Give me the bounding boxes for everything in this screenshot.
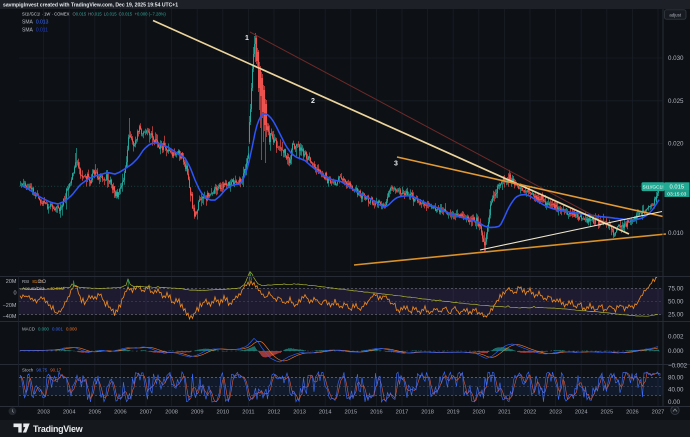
svg-text:2011: 2011 [242, 409, 254, 415]
svg-text:2009: 2009 [191, 409, 204, 415]
svg-text:2008: 2008 [165, 409, 178, 415]
svg-text:0.010: 0.010 [668, 230, 684, 237]
svg-text:75.00: 75.00 [668, 286, 684, 293]
svg-text:2023: 2023 [549, 409, 562, 415]
svg-text:Stoch98.7590.17: Stoch98.7590.17 [22, 368, 62, 373]
svg-text:03:15:03: 03:15:03 [667, 192, 686, 198]
svg-text:2020: 2020 [472, 409, 485, 415]
svg-text:0.00: 0.00 [668, 399, 681, 406]
svg-text:2026: 2026 [626, 409, 639, 415]
svg-text:2022: 2022 [524, 409, 537, 415]
svg-text:RSI81.70: RSI81.70 [22, 279, 44, 284]
svg-text:TradingView: TradingView [33, 424, 83, 434]
svg-text:2012: 2012 [268, 409, 281, 415]
svg-text:2021: 2021 [498, 409, 511, 415]
svg-text:2019: 2019 [447, 409, 460, 415]
svg-text:2004: 2004 [63, 409, 76, 415]
svg-text:−0.002: −0.002 [668, 363, 688, 370]
svg-text:80.00: 80.00 [668, 375, 684, 382]
svg-text:SI1!/GC1!: SI1!/GC1! [642, 185, 663, 191]
svg-text:25.00: 25.00 [668, 312, 684, 319]
svg-text:savmpiglnvest created with Tra: savmpiglnvest created with TradingView.c… [3, 3, 178, 9]
svg-text:0.020: 0.020 [668, 141, 684, 148]
svg-text:2025: 2025 [600, 409, 613, 415]
svg-text:−40M: −40M [3, 314, 17, 320]
svg-text:20M: 20M [6, 279, 17, 285]
svg-text:2015: 2015 [344, 409, 357, 415]
svg-text:2006: 2006 [114, 409, 127, 415]
svg-text:0: 0 [13, 290, 16, 296]
svg-text:50.00: 50.00 [668, 299, 684, 306]
svg-text:0.030: 0.030 [668, 55, 684, 62]
svg-text:SMA0.011: SMA0.011 [22, 28, 48, 34]
svg-text:2007: 2007 [140, 409, 153, 415]
svg-text:1: 1 [245, 35, 249, 42]
svg-text:2017: 2017 [396, 409, 409, 415]
svg-text:0.000: 0.000 [668, 348, 684, 355]
svg-text:3: 3 [394, 161, 398, 168]
svg-text:Accum/Dist−40.85M: Accum/Dist−40.85M [22, 286, 65, 291]
svg-text:2027: 2027 [652, 409, 665, 415]
svg-text:2016: 2016 [370, 409, 383, 415]
svg-text:adjust: adjust [669, 12, 681, 17]
svg-text:0.015: 0.015 [670, 185, 685, 191]
svg-text:2005: 2005 [88, 409, 101, 415]
svg-text:0.025: 0.025 [668, 98, 684, 105]
svg-text:2024: 2024 [575, 409, 588, 415]
svg-text:−20M: −20M [3, 303, 17, 309]
svg-text:SI1!/GC1! · 1W · COMEXO0.015H0: SI1!/GC1! · 1W · COMEXO0.015H0.015L0.015… [22, 11, 166, 16]
svg-text:40.00: 40.00 [668, 387, 684, 394]
svg-text:2003: 2003 [37, 409, 50, 415]
svg-text:SMA0.013: SMA0.013 [22, 20, 49, 26]
svg-text:0.002: 0.002 [668, 334, 684, 341]
svg-text:2010: 2010 [216, 409, 229, 415]
svg-text:2: 2 [311, 98, 315, 105]
svg-text:2014: 2014 [319, 409, 332, 415]
svg-text:2018: 2018 [421, 409, 434, 415]
svg-text:2013: 2013 [293, 409, 306, 415]
